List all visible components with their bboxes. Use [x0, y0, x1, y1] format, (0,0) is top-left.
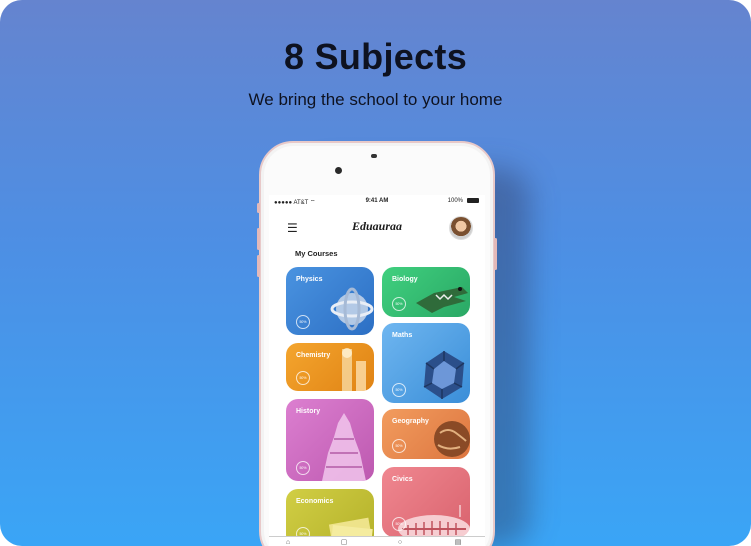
course-card-physics[interactable]: Physics 50%: [286, 267, 374, 335]
app-screen: ●●●●● AT&T ⌔ 9:41 AM 100% ☰ Eduauraa My …: [269, 195, 485, 546]
volume-down-button: [257, 255, 260, 277]
progress-badge: 50%: [392, 297, 406, 311]
course-name: Chemistry: [296, 352, 331, 359]
globe-icon: [434, 421, 470, 457]
progress-badge: 50%: [392, 383, 406, 397]
course-name: Maths: [392, 332, 413, 339]
profile-icon[interactable]: ○: [395, 539, 405, 546]
course-card-geography[interactable]: Geography 50%: [382, 409, 470, 459]
banner: 8 Subjects We bring the school to your h…: [0, 0, 751, 546]
mute-switch: [257, 203, 260, 213]
course-card-history[interactable]: History 50%: [286, 399, 374, 481]
camera-icon: [335, 167, 342, 174]
lab-flask-icon: [342, 348, 366, 391]
speaker-icon: [371, 154, 377, 158]
avatar[interactable]: [449, 216, 473, 240]
course-card-civics[interactable]: Civics 50%: [382, 467, 470, 537]
power-button: [494, 238, 497, 270]
progress-badge: 50%: [296, 461, 310, 475]
course-card-biology[interactable]: Biology 50%: [382, 267, 470, 317]
courses-icon[interactable]: ▢: [339, 539, 349, 546]
battery-icon: [467, 198, 479, 203]
tab-bar: ⌂ ▢ ○ ▤: [269, 536, 485, 546]
progress-badge: 50%: [392, 439, 406, 453]
library-icon[interactable]: ▤: [453, 539, 463, 546]
volume-up-button: [257, 228, 260, 250]
battery-label: 100%: [447, 198, 463, 204]
status-bar: ●●●●● AT&T ⌔ 9:41 AM 100%: [269, 195, 485, 207]
section-title: My Courses: [295, 249, 338, 258]
course-name: Civics: [392, 476, 413, 483]
progress-badge: 50%: [296, 371, 310, 385]
gyroscope-icon: [330, 287, 374, 331]
home-icon[interactable]: ⌂: [283, 539, 293, 546]
course-name: Physics: [296, 276, 323, 283]
course-name: Economics: [296, 498, 334, 505]
tagline: We bring the school to your home: [248, 90, 503, 109]
progress-badge: 50%: [296, 315, 310, 329]
dodecahedron-icon: [423, 351, 465, 399]
progress-badge: 50%: [392, 517, 406, 531]
crocodile-icon: [416, 287, 468, 313]
app-header: ☰ Eduauraa: [269, 209, 485, 240]
course-card-chemistry[interactable]: Chemistry 50%: [286, 343, 374, 391]
phone-mockup: ●●●●● AT&T ⌔ 9:41 AM 100% ☰ Eduauraa My …: [257, 141, 497, 546]
course-name: Geography: [392, 418, 429, 425]
course-card-maths[interactable]: Maths 50%: [382, 323, 470, 403]
headline: 8 Subjects: [283, 36, 468, 77]
temple-icon: [322, 413, 366, 481]
